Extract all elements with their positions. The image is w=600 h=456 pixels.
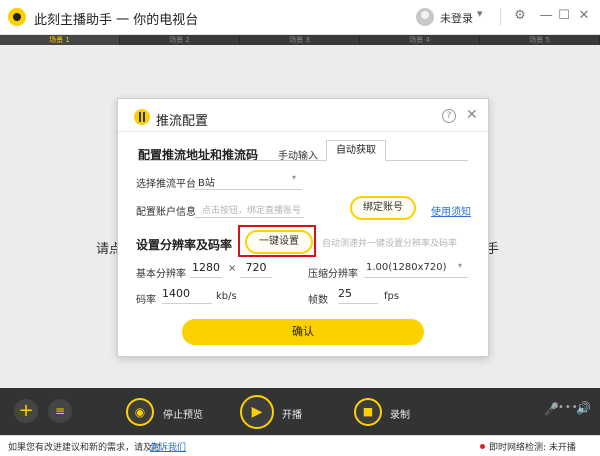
compress-resolution-select[interactable]: 1.00(1280x720) ▾ — [364, 261, 468, 278]
app-logo-icon — [8, 8, 26, 26]
tab-scene-3[interactable]: 场景 3 — [240, 35, 360, 45]
account-label: 配置账户信息 — [136, 207, 196, 218]
base-resolution-label: 基本分辨率 — [136, 269, 186, 280]
record-label[interactable]: 录制 — [390, 406, 410, 421]
window-title: 此刻主播助手 一 你的电视台 — [34, 13, 199, 28]
resolution-height-field[interactable]: 720 — [240, 261, 272, 278]
divider — [500, 8, 501, 26]
stop-preview-label[interactable]: 停止预览 — [163, 406, 203, 421]
title-bar: 此刻主播助手 一 你的电视台 未登录 ▾ ⚙ — ☐ ✕ — [0, 0, 600, 35]
one-click-setup-button[interactable]: 一键设置 — [245, 230, 313, 254]
scene-tabs: 场景 1 场景 2 场景 3 场景 4 场景 5 — [0, 35, 600, 45]
bottom-toolbar: + ≡ ◉ 停止预览 ▶ 开播 ■ 录制 🎤 •••• 🔊 — [0, 388, 600, 435]
platform-value: B站 — [198, 178, 215, 189]
record-icon[interactable]: ■ — [354, 398, 382, 426]
account-placeholder: 点击按钮，绑定直播账号 — [202, 206, 302, 216]
layers-icon[interactable]: ≡ — [48, 399, 72, 423]
resolution-separator: × — [228, 263, 237, 274]
fps-label: 帧数 — [308, 295, 328, 306]
add-source-button[interactable]: + — [14, 399, 38, 423]
feedback-text: 如果您有改进建议和新的需求，请及时 — [8, 443, 162, 453]
bitrate-label: 码率 — [136, 295, 156, 306]
tab-scene-2[interactable]: 场景 2 — [120, 35, 240, 45]
stream-config-icon — [134, 109, 150, 125]
chevron-down-icon: ▾ — [458, 261, 463, 270]
stream-config-dialog: 推流配置 ? ✕ 配置推流地址和推流码 手动输入 自动获取 选择推流平台 B站 … — [117, 98, 489, 357]
platform-select[interactable]: B站 ▾ — [194, 171, 302, 190]
divider — [118, 131, 488, 132]
gear-icon[interactable]: ⚙ — [510, 6, 530, 26]
microphone-icon[interactable]: 🎤 — [544, 402, 559, 416]
minimize-icon[interactable]: — — [536, 6, 556, 26]
start-live-label[interactable]: 开播 — [282, 406, 302, 421]
maximize-icon[interactable]: ☐ — [554, 6, 574, 26]
network-status-dot — [480, 444, 485, 449]
compress-resolution-label: 压缩分辨率 — [308, 269, 358, 280]
confirm-button[interactable]: 确认 — [182, 319, 424, 345]
help-icon[interactable]: ? — [442, 109, 456, 123]
chevron-down-icon: ▾ — [292, 173, 297, 182]
close-icon[interactable]: ✕ — [466, 107, 478, 123]
bind-account-button[interactable]: 绑定账号 — [350, 196, 416, 220]
preview-icon[interactable]: ◉ — [126, 398, 154, 426]
user-login-label[interactable]: 未登录 — [440, 10, 473, 26]
section-title-resolution: 设置分辨率及码率 — [136, 238, 233, 252]
window-close-icon[interactable]: ✕ — [574, 6, 594, 26]
one-click-hint: 自动测速并一键设置分辨率及码率 — [322, 239, 458, 249]
tabs-underline — [138, 160, 468, 161]
usage-notice-link[interactable]: 使用须知 — [431, 203, 471, 218]
status-bar: 如果您有改进建议和新的需求，请及时 告诉我们 即时网络检测: 未开播 — [0, 435, 600, 456]
tab-auto-fetch[interactable]: 自动获取 — [326, 140, 386, 162]
user-avatar-icon[interactable] — [416, 8, 434, 26]
bitrate-field[interactable]: 1400 — [162, 287, 212, 304]
chevron-down-icon[interactable]: ▾ — [477, 7, 483, 20]
account-field[interactable]: 点击按钮，绑定直播账号 — [194, 199, 304, 218]
compress-resolution-value: 1.00(1280x720) — [366, 262, 447, 273]
platform-label: 选择推流平台 — [136, 179, 196, 190]
dialog-title: 推流配置 — [156, 114, 209, 129]
play-icon[interactable]: ▶ — [240, 395, 274, 429]
tab-scene-5[interactable]: 场景 5 — [480, 35, 600, 45]
speaker-icon[interactable]: 🔊 — [576, 401, 591, 415]
tab-scene-4[interactable]: 场景 4 — [360, 35, 480, 45]
tab-scene-1[interactable]: 场景 1 — [0, 35, 120, 45]
feedback-link[interactable]: 告诉我们 — [150, 440, 186, 453]
network-status-text: 即时网络检测: 未开播 — [489, 443, 576, 453]
bitrate-unit: kb/s — [216, 291, 237, 302]
fps-unit: fps — [384, 291, 400, 302]
resolution-width-field[interactable]: 1280 — [190, 261, 222, 278]
fps-field[interactable]: 25 — [338, 287, 378, 304]
